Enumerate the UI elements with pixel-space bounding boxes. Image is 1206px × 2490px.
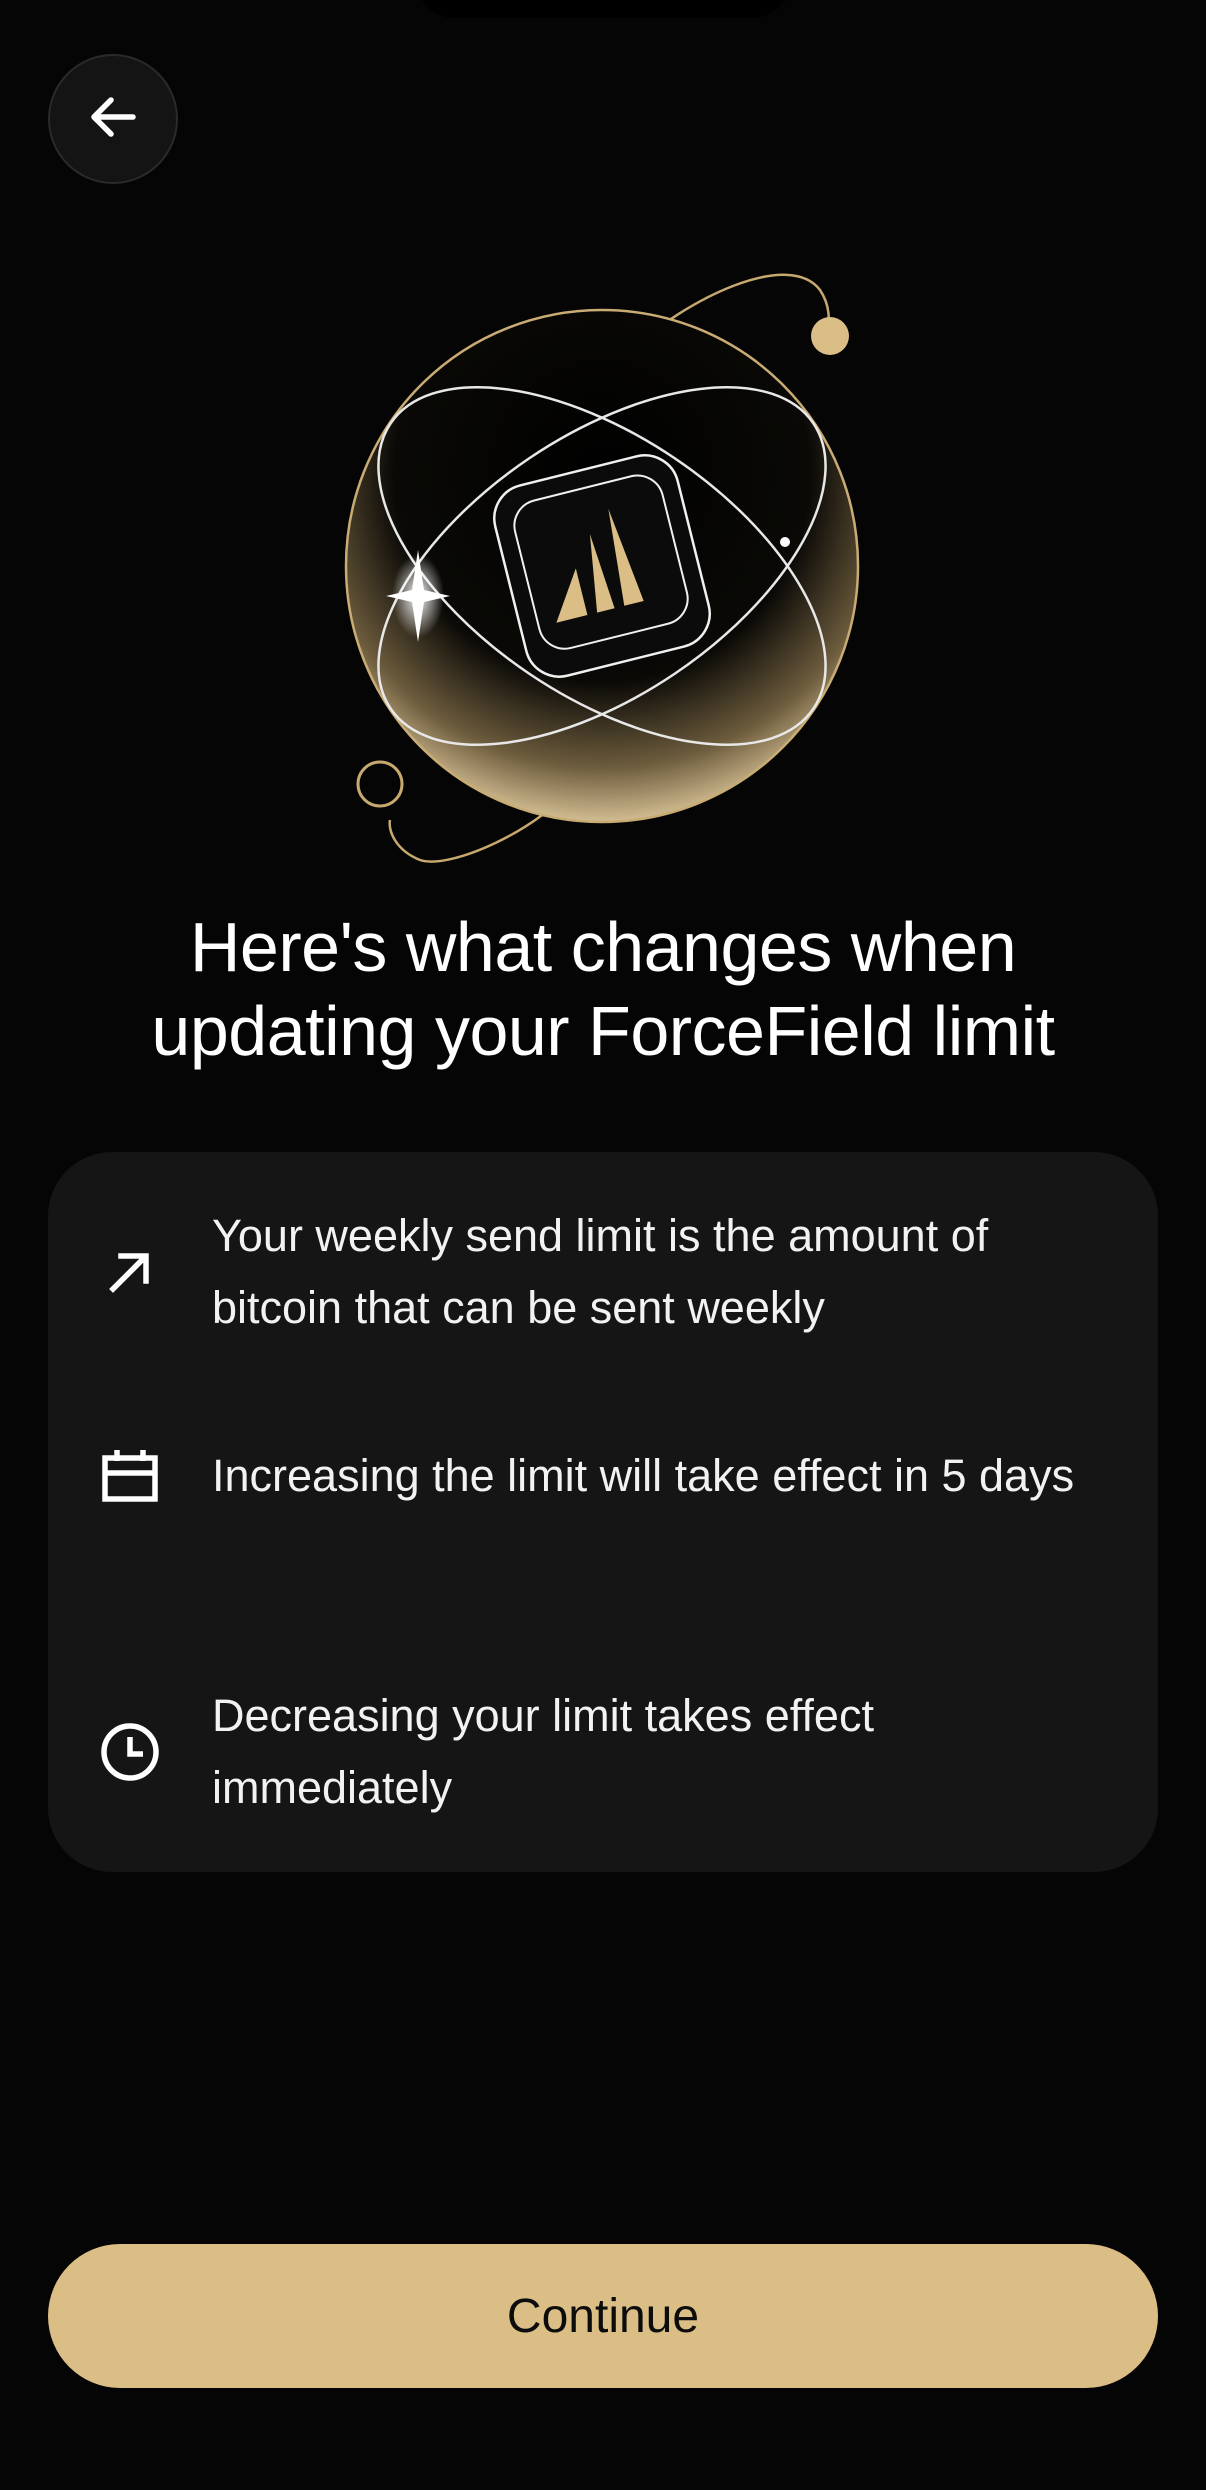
arrow-left-icon [83,87,143,152]
continue-button[interactable]: Continue [48,2244,1158,2388]
arrow-up-right-icon [100,1242,160,1302]
forcefield-illustration [330,250,890,890]
info-item-text: Decreasing your limit takes effect immed… [212,1690,874,1813]
device-notch [415,0,791,18]
info-item-decrease: Decreasing your limit takes effect immed… [48,1680,1158,1824]
page-title: Here's what changes when updating your F… [151,908,1055,1070]
calendar-icon [100,1446,160,1506]
info-item-send-limit: Your weekly send limit is the amount of … [48,1200,1158,1344]
info-item-text: Increasing the limit will take effect in… [212,1450,1075,1501]
clock-icon [100,1722,160,1782]
info-card: Your weekly send limit is the amount of … [48,1152,1158,1872]
info-item-increase: Increasing the limit will take effect in… [48,1440,1158,1512]
info-item-text: Your weekly send limit is the amount of … [212,1210,989,1333]
back-button[interactable] [48,54,178,184]
